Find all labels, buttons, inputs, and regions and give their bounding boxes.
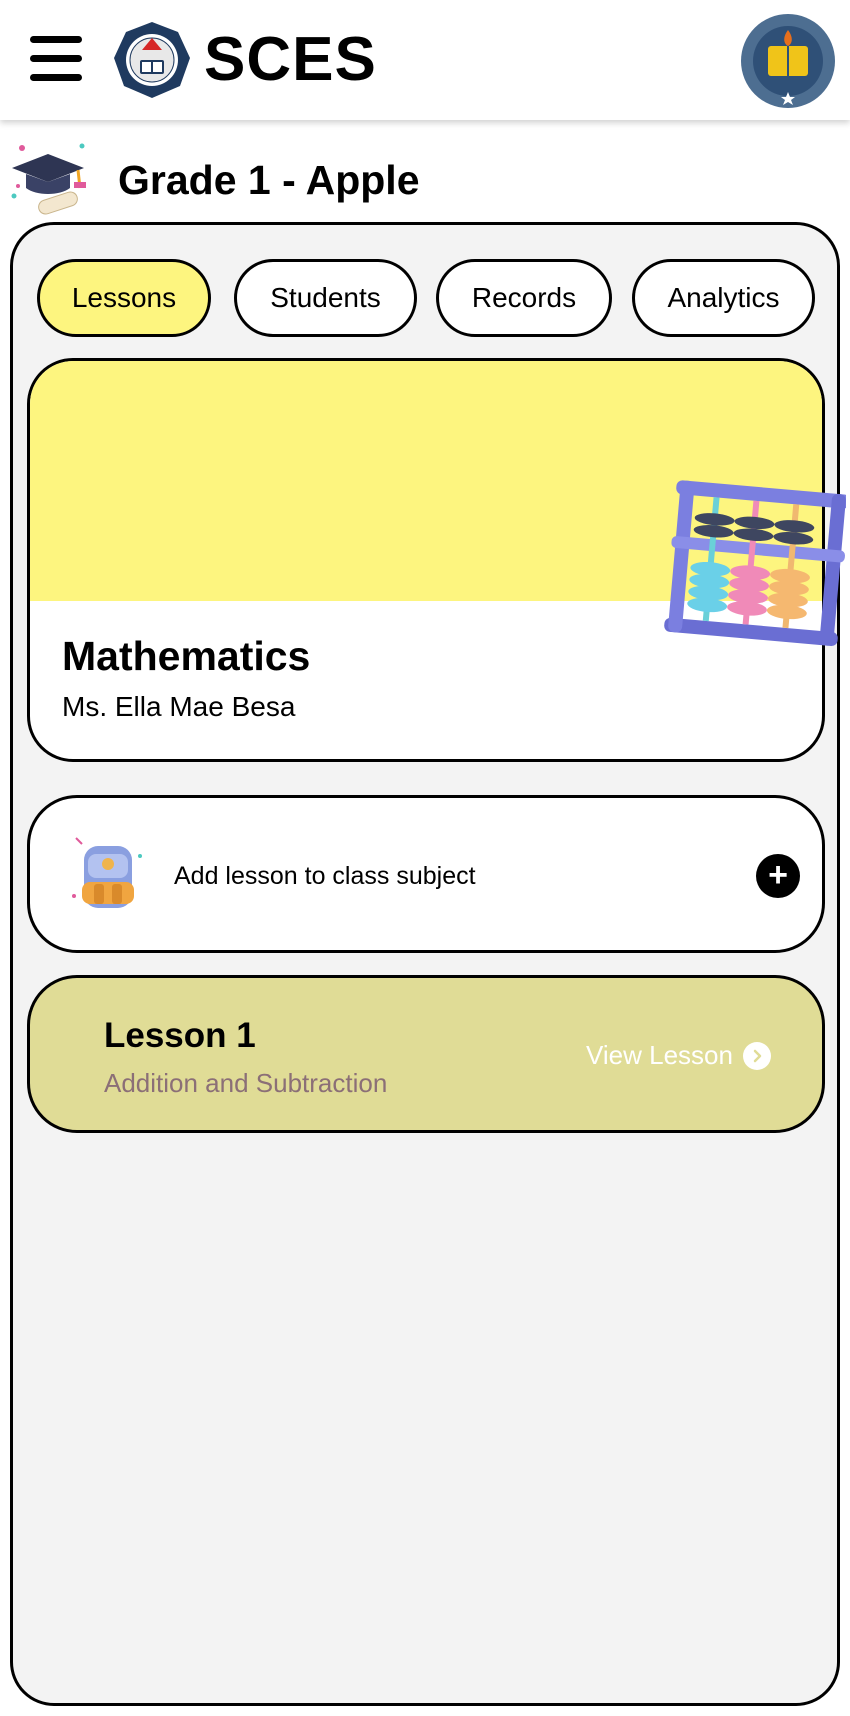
view-lesson-label: View Lesson: [586, 1040, 733, 1070]
class-content-panel: Lessons Students Records Analytics Mathe…: [10, 222, 840, 1706]
chevron-right-circle-icon: [742, 1041, 771, 1070]
view-lesson-button[interactable]: View Lesson: [586, 1040, 771, 1071]
top-app-bar: SCES: [0, 0, 850, 120]
hamburger-menu-icon[interactable]: [30, 36, 82, 82]
class-title: Grade 1 - Apple: [118, 157, 420, 203]
graduation-cap-diploma-icon: [11, 143, 86, 215]
tab-records[interactable]: Records: [436, 259, 612, 337]
deped-seal-logo[interactable]: [738, 12, 838, 110]
subject-name: Mathematics: [62, 633, 311, 679]
plus-icon[interactable]: +: [756, 854, 800, 898]
backpack-icon: [72, 837, 142, 908]
tab-lessons[interactable]: Lessons: [37, 259, 211, 337]
abacus-icon: [664, 480, 846, 646]
subject-teacher: Ms. Ella Mae Besa: [62, 691, 296, 722]
add-lesson-label: Add lesson to class subject: [174, 862, 476, 890]
tab-students[interactable]: Students: [234, 259, 417, 337]
lesson-card[interactable]: Lesson 1 Addition and Subtraction View L…: [27, 975, 825, 1133]
lesson-subtitle: Addition and Subtraction: [104, 1068, 388, 1098]
tab-analytics[interactable]: Analytics: [632, 259, 815, 337]
lesson-title: Lesson 1: [104, 1016, 256, 1055]
add-lesson-card[interactable]: Add lesson to class subject +: [27, 795, 825, 953]
school-seal-logo: [114, 22, 190, 98]
app-title: SCES: [204, 25, 377, 94]
